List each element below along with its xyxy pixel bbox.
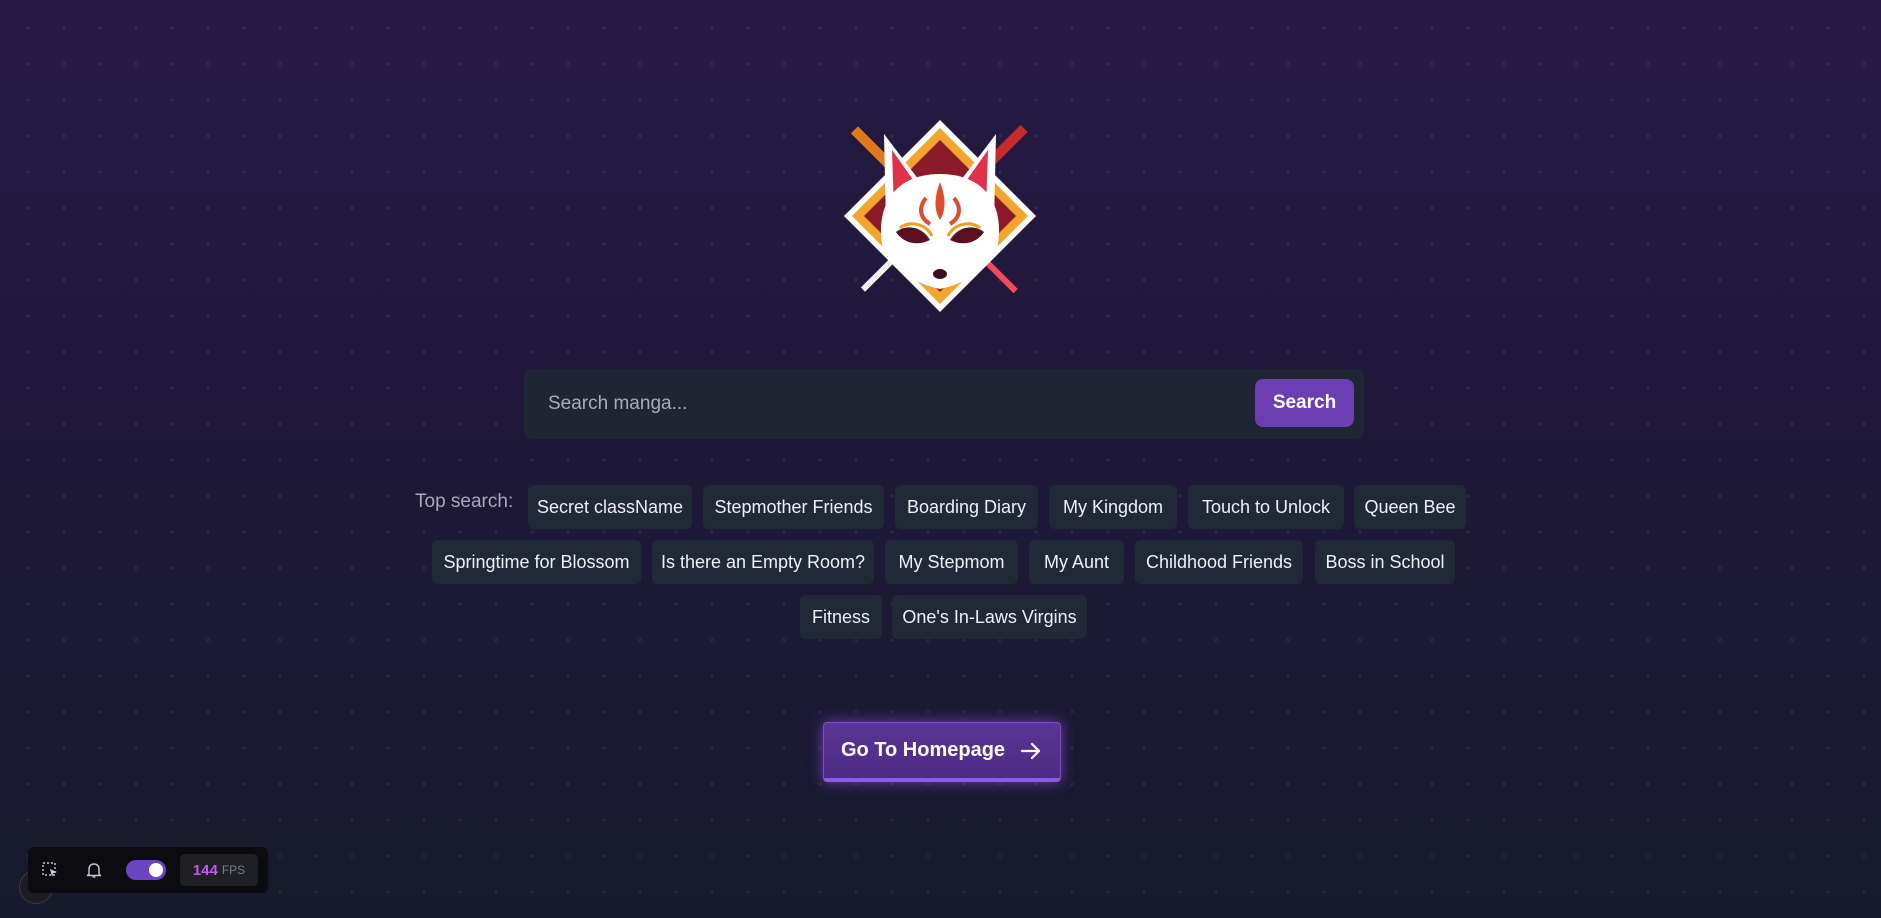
top-search-chip[interactable]: Springtime for Blossom	[432, 540, 641, 584]
top-search-chip[interactable]: Touch to Unlock	[1188, 485, 1344, 529]
go-to-homepage-label: Go To Homepage	[840, 739, 1006, 761]
top-search-chip[interactable]: Secret className	[528, 485, 692, 529]
search-bar: Search	[524, 369, 1364, 439]
fps-value: 144	[192, 861, 218, 879]
top-search-label: Top search:	[415, 491, 514, 512]
go-to-homepage-button[interactable]: Go To Homepage	[823, 722, 1061, 782]
top-search-chip[interactable]: Childhood Friends	[1135, 540, 1303, 584]
top-search-chip[interactable]: Queen Bee	[1354, 485, 1466, 529]
top-search-chip[interactable]: Is there an Empty Room?	[652, 540, 874, 584]
top-search-chip[interactable]: One's In-Laws Virgins	[892, 595, 1087, 639]
top-search-chip[interactable]: Boss in School	[1315, 540, 1455, 584]
top-search-chip[interactable]: Fitness	[800, 595, 882, 639]
arrow-right-icon	[1020, 742, 1041, 759]
search-input[interactable]	[524, 369, 1244, 439]
fps-counter: 144 FPS	[180, 854, 258, 886]
selection-cursor-icon[interactable]	[38, 858, 62, 882]
kitsune-fox-mask-logo	[844, 120, 1036, 312]
top-search-chip[interactable]: Stepmother Friends	[703, 485, 884, 529]
top-search-chip[interactable]: My Kingdom	[1049, 485, 1177, 529]
top-search-chip[interactable]: Boarding Diary	[895, 485, 1038, 529]
top-search-chip[interactable]: My Aunt	[1029, 540, 1124, 584]
toolbar-toggle[interactable]	[126, 860, 166, 880]
bell-icon[interactable]	[82, 858, 106, 882]
fps-unit: FPS	[221, 863, 246, 877]
top-search-chip[interactable]: My Stepmom	[885, 540, 1018, 584]
toggle-knob	[149, 863, 163, 877]
dev-toolbar: 144 FPS	[28, 847, 268, 893]
search-button[interactable]: Search	[1255, 379, 1354, 427]
